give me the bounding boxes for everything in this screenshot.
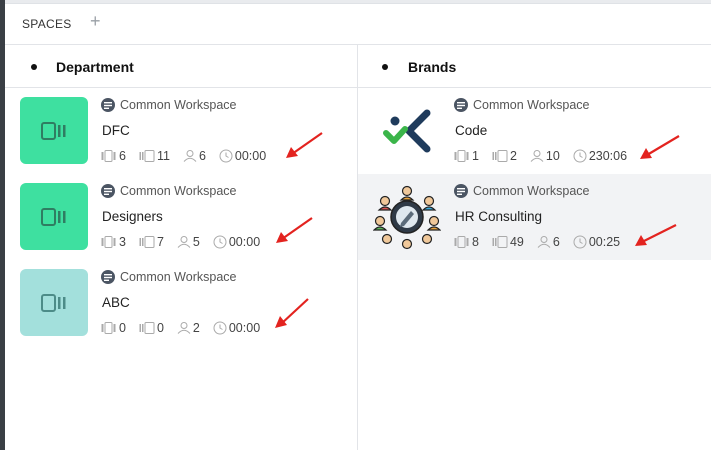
members-stat: 6 <box>183 149 206 163</box>
space-name[interactable]: ABC <box>102 295 130 310</box>
board-small-icon <box>139 322 155 334</box>
list-icon <box>101 322 116 334</box>
folders-stat: 0 <box>139 321 164 335</box>
lists-stat: 0 <box>101 321 126 335</box>
workspace-name: Common Workspace <box>120 270 237 284</box>
space-stats: 3 7 5 00:00 <box>101 235 273 249</box>
code-logo-icon <box>373 97 441 164</box>
members-stat: 5 <box>177 235 200 249</box>
user-icon <box>183 150 197 162</box>
space-card-designers[interactable]: Common Workspace Designers 3 7 5 00:00 <box>5 174 357 260</box>
space-name[interactable]: Code <box>455 123 487 138</box>
column-header: Brands <box>358 45 711 88</box>
clock-icon <box>213 235 227 249</box>
clock-icon <box>573 149 587 163</box>
clock-icon <box>573 235 587 249</box>
workspace-name: Common Workspace <box>473 184 590 198</box>
time-stat: 00:00 <box>213 321 260 335</box>
board-icon <box>41 121 66 140</box>
workspace-label: Common Workspace <box>454 98 589 112</box>
workspace-icon <box>101 184 115 198</box>
workspace-name: Common Workspace <box>120 98 237 112</box>
spaces-title: SPACES <box>22 17 72 31</box>
space-card-abc[interactable]: Common Workspace ABC 0 0 2 00:00 <box>5 260 357 346</box>
list-icon <box>454 236 469 248</box>
board-small-icon <box>139 236 155 248</box>
workspace-icon <box>454 184 468 198</box>
lists-stat: 1 <box>454 149 479 163</box>
column-department: Department Common Workspace DFC 6 11 6 0… <box>5 45 358 450</box>
user-icon <box>177 322 191 334</box>
workspace-label: Common Workspace <box>101 184 236 198</box>
column-dot-icon <box>382 64 388 70</box>
folders-stat: 2 <box>492 149 517 163</box>
members-stat: 10 <box>530 149 560 163</box>
column-dot-icon <box>31 64 37 70</box>
user-icon <box>177 236 191 248</box>
space-thumbnail <box>20 183 88 250</box>
time-stat: 230:06 <box>573 149 627 163</box>
list-icon <box>454 150 469 162</box>
list-icon <box>101 150 116 162</box>
time-stat: 00:00 <box>219 149 266 163</box>
space-name[interactable]: DFC <box>102 123 130 138</box>
space-card-hr-consulting[interactable]: Common Workspace HR Consulting 8 49 6 00… <box>358 174 711 260</box>
space-name[interactable]: Designers <box>102 209 163 224</box>
workspace-icon <box>101 98 115 112</box>
board-icon <box>41 207 66 226</box>
workspace-icon <box>101 270 115 284</box>
space-card-dfc[interactable]: Common Workspace DFC 6 11 6 00:00 <box>5 88 357 174</box>
space-stats: 8 49 6 00:25 <box>454 235 633 249</box>
workspace-label: Common Workspace <box>101 270 236 284</box>
user-icon <box>530 150 544 162</box>
board-icon <box>41 293 66 312</box>
clock-icon <box>213 321 227 335</box>
workspace-icon <box>454 98 468 112</box>
hr-consulting-logo-icon <box>372 183 442 250</box>
members-stat: 6 <box>537 235 560 249</box>
time-stat: 00:00 <box>213 235 260 249</box>
space-name[interactable]: HR Consulting <box>455 209 542 224</box>
lists-stat: 3 <box>101 235 126 249</box>
list-icon <box>101 236 116 248</box>
space-thumbnail <box>20 269 88 336</box>
members-stat: 2 <box>177 321 200 335</box>
workspace-name: Common Workspace <box>473 98 590 112</box>
spaces-header: SPACES + <box>5 4 711 45</box>
column-title[interactable]: Brands <box>408 59 456 75</box>
lists-stat: 6 <box>101 149 126 163</box>
lists-stat: 8 <box>454 235 479 249</box>
column-brands: Brands Common Workspace Code 1 2 10 230:… <box>358 45 711 450</box>
user-icon <box>537 236 551 248</box>
clock-icon <box>219 149 233 163</box>
workspace-label: Common Workspace <box>454 184 589 198</box>
folders-stat: 49 <box>492 235 524 249</box>
workspace-name: Common Workspace <box>120 184 237 198</box>
space-thumbnail <box>20 97 88 164</box>
workspace-label: Common Workspace <box>101 98 236 112</box>
column-header: Department <box>5 45 357 88</box>
space-card-code[interactable]: Common Workspace Code 1 2 10 230:06 <box>358 88 711 174</box>
add-space-button[interactable]: + <box>90 11 101 31</box>
board-small-icon <box>139 150 155 162</box>
space-stats: 1 2 10 230:06 <box>454 149 640 163</box>
folders-stat: 11 <box>139 149 170 163</box>
board-small-icon <box>492 236 508 248</box>
folders-stat: 7 <box>139 235 164 249</box>
time-stat: 00:25 <box>573 235 620 249</box>
space-stats: 0 0 2 00:00 <box>101 321 273 335</box>
board-small-icon <box>492 150 508 162</box>
column-title[interactable]: Department <box>56 59 134 75</box>
space-stats: 6 11 6 00:00 <box>101 149 279 163</box>
